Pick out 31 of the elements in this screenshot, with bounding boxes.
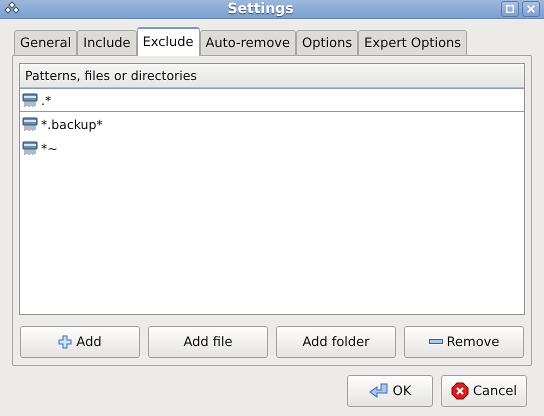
- push-button[interactable]: Add folder: [276, 326, 396, 358]
- close-icon: [526, 4, 536, 14]
- maximize-button[interactable]: [501, 1, 519, 17]
- shredder-icon: [22, 140, 38, 156]
- pattern-text: *.backup*: [41, 116, 103, 132]
- window-title: Settings: [226, 1, 295, 17]
- add-button[interactable]: Add: [20, 326, 140, 358]
- pattern-text: .*: [41, 92, 52, 108]
- remove-button[interactable]: Remove: [404, 326, 524, 358]
- tab[interactable]: Exclude: [136, 27, 200, 56]
- tab[interactable]: General: [14, 30, 78, 55]
- maximize-icon: [505, 4, 515, 14]
- cancel-icon: [450, 382, 469, 400]
- tab[interactable]: Options: [296, 30, 358, 55]
- plus-icon: [58, 335, 72, 349]
- column-header[interactable]: Patterns, files or directories: [20, 64, 524, 88]
- minus-icon: [428, 339, 443, 345]
- close-button[interactable]: [522, 1, 540, 17]
- ok-button[interactable]: OK: [347, 375, 433, 407]
- tab[interactable]: Auto-remove: [200, 30, 296, 55]
- tab[interactable]: Include: [77, 30, 137, 55]
- list-row[interactable]: .*: [20, 88, 524, 112]
- shredder-icon: [22, 116, 38, 132]
- cancel-button[interactable]: Cancel: [441, 375, 527, 407]
- list-row[interactable]: *~: [20, 136, 524, 160]
- tab[interactable]: Expert Options: [358, 30, 468, 55]
- return-arrow-icon: [368, 383, 389, 399]
- list-row[interactable]: *.backup*: [20, 112, 524, 136]
- pattern-text: *~: [41, 140, 58, 156]
- shredder-icon: [22, 92, 38, 108]
- push-button[interactable]: Add file: [148, 326, 268, 358]
